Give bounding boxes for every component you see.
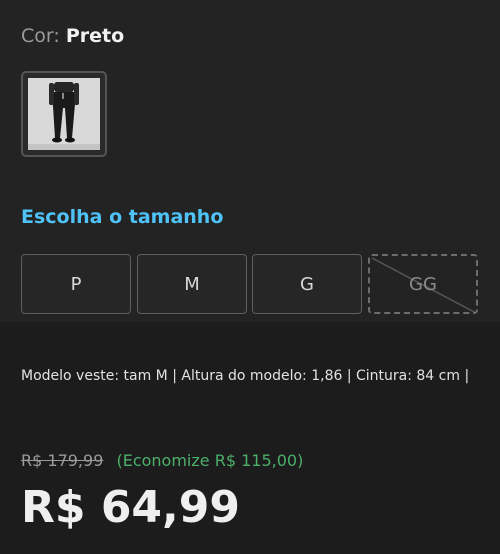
size-option-label: GG — [409, 273, 437, 295]
current-price: R$ 64,99 — [21, 482, 240, 533]
size-options: P M G GG — [21, 254, 479, 314]
savings-text: (Economize R$ 115,00) — [116, 451, 304, 470]
size-option-label: G — [300, 273, 314, 295]
product-options-page: Cor: Preto Escolha o tamanho P M G GG Mo… — [0, 0, 500, 554]
size-option-label: P — [70, 273, 82, 295]
product-thumbnail — [28, 78, 100, 150]
size-option-g[interactable]: G — [252, 254, 362, 314]
size-option-gg-unavailable[interactable]: GG — [368, 254, 478, 314]
original-price: R$ 179,99 — [21, 451, 104, 470]
size-option-p[interactable]: P — [21, 254, 131, 314]
color-label: Cor: — [21, 25, 60, 47]
color-swatch-preto[interactable] — [21, 71, 107, 157]
color-value: Preto — [65, 25, 125, 47]
size-option-m[interactable]: M — [137, 254, 247, 314]
size-option-label: M — [184, 273, 200, 295]
options-panel: Cor: Preto Escolha o tamanho P M G GG — [0, 0, 500, 322]
size-section-title: Escolha o tamanho — [21, 206, 224, 228]
color-selection-row: Cor: Preto — [21, 24, 124, 48]
price-comparison-row: R$ 179,99 (Economize R$ 115,00) — [21, 450, 303, 472]
model-info-text: Modelo veste: tam M | Altura do modelo: … — [21, 368, 470, 384]
